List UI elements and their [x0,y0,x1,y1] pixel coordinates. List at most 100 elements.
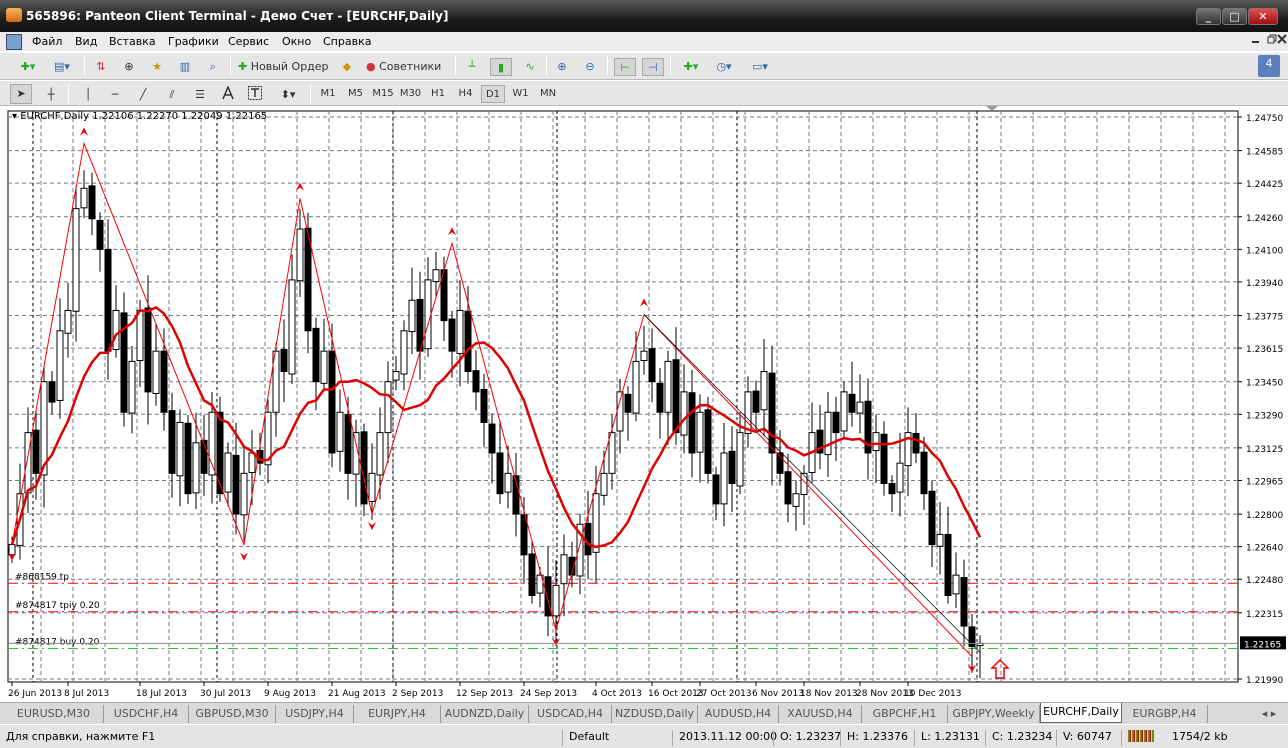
navigator-icon[interactable]: ★ [148,58,166,76]
templates-icon[interactable]: ▭▾ [746,58,774,76]
candle-body [424,279,432,350]
indicators-icon[interactable]: ✚▾ [678,58,704,76]
timeframe-m15[interactable]: M15 [371,85,395,103]
candle-body [376,432,384,476]
date-label: 4 Oct 2013 [592,689,642,699]
candle-body [216,411,224,495]
zoom-out-icon[interactable]: ⊖ [581,58,599,76]
candle-body [688,392,696,454]
chart-window[interactable]: 1.24750 1.24585 1.24425 1.24260 1.24100 1.239… [0,106,1288,702]
menu-charts[interactable]: Графики [168,35,219,48]
candlestick-chart-icon[interactable]: ▮ [490,58,512,76]
child-close-icon[interactable] [1276,34,1288,50]
candle-body [936,533,944,547]
price-label: 1.24750 [1246,114,1283,124]
equidistant-channel-icon[interactable]: ⫽ [162,86,182,104]
chart-tab[interactable]: AUDUSD,H4 [698,705,779,723]
horizontal-line-icon[interactable]: ─ [106,86,124,104]
timeframe-w1[interactable]: W1 [509,85,533,103]
trendline-icon[interactable]: ╱ [134,86,152,104]
new-chart-icon[interactable]: ✚▾ [14,58,42,76]
text-label-icon[interactable] [246,86,264,104]
candle-body [952,574,960,595]
zoom-in-icon[interactable]: ⊕ [553,58,571,76]
profiles-icon[interactable]: ▤▾ [48,58,76,76]
candle-body [632,360,640,414]
date-label: 30 Jul 2013 [200,689,251,699]
chart-tab[interactable]: USDJPY,H4 [276,705,354,723]
chart-tab[interactable]: USDCHF,H4 [104,705,189,723]
close-button[interactable]: ✕ [1248,8,1278,25]
timeframe-h1[interactable]: H1 [426,85,450,103]
chart-tab[interactable]: NZDUSD,Daily [612,705,698,723]
chart-tab[interactable]: EURJPY,H4 [354,705,441,723]
timeframe-m5[interactable]: M5 [344,85,368,103]
chart-tab[interactable]: AUDNZD,Daily [441,705,529,723]
cursor-icon[interactable]: ➤ [10,84,32,104]
new-order-button[interactable]: ✚ Новый Ордер [238,58,333,76]
drawing-toolbar: ➤ ┼ │ ─ ╱ ⫽ ☰ ⬍▾ M1 M5 M15 M30 H1 H4 D1 W1 MN [0,80,1288,106]
timeframe-d1[interactable]: D1 [481,85,505,103]
chart-tab[interactable]: EURGBP,H4 [1122,705,1208,723]
chart-tab[interactable]: GBPCHF,H1 [862,705,948,723]
chart-shift-icon[interactable]: ⊣ [642,58,664,76]
timeframe-m1[interactable]: M1 [316,85,340,103]
bar-chart-icon[interactable]: ┴ [462,58,482,76]
vertical-line-icon[interactable]: │ [80,86,96,104]
timeframe-h4[interactable]: H4 [454,85,478,103]
candle-body [520,514,528,556]
date-label: 9 Aug 2013 [264,689,316,699]
menu-file[interactable]: Файл [32,35,62,48]
line-chart-icon[interactable]: ∿ [520,58,540,76]
minimize-button[interactable]: _ [1196,8,1221,25]
menu-insert[interactable]: Вставка [109,35,156,48]
price-chart[interactable]: 1.24750 1.24585 1.24425 1.24260 1.24100 1.239… [0,106,1288,702]
price-label: 1.23125 [1246,445,1283,455]
toolbar-separator [607,56,608,76]
child-minimize-icon[interactable] [1248,34,1264,50]
status-low: L: 1.23131 [914,730,980,746]
candle-body [472,370,480,393]
crosshair-tool-icon[interactable]: ┼ [42,86,60,104]
toolbar-separator [310,84,311,104]
autoscroll-icon[interactable]: ⊢ [614,58,636,76]
date-label: 21 Aug 2013 [328,689,386,699]
price-label: 1.21990 [1246,676,1283,686]
terminal-icon[interactable]: ▥ [176,58,194,76]
tester-magnifier-icon[interactable]: ⌕ [204,58,222,76]
fibonacci-icon[interactable]: ☰ [190,86,210,104]
crosshair-icon[interactable]: ⊕ [120,58,138,76]
chart-menu-icon[interactable]: ▾ [12,111,17,122]
candle-body [608,432,616,474]
notifications-badge[interactable]: 4 [1258,55,1280,77]
arrows-icon[interactable]: ⬍▾ [274,86,302,104]
menu-window[interactable]: Окно [282,35,311,48]
menu-view[interactable]: Вид [75,35,97,48]
candle-body [624,393,632,413]
status-help: Для справки, нажмите F1 [6,730,156,743]
alert-icon[interactable]: ◆ [338,58,356,76]
chart-tab[interactable]: USDCAD,H4 [529,705,612,723]
new-order-icon: ✚ [238,60,248,73]
chart-tab[interactable]: EURCHF,Daily [1040,703,1122,723]
chart-tab[interactable]: EURUSD,M30 [4,705,104,723]
chart-tab[interactable]: GBPUSD,M30 [189,705,276,723]
periods-icon[interactable]: ◷▾ [710,58,738,76]
candle-body [184,422,192,495]
timeframe-mn[interactable]: MN [536,85,560,103]
candle-body [112,309,120,351]
price-label: 1.22965 [1246,477,1283,487]
price-label: 1.24425 [1246,180,1283,190]
text-tool-icon[interactable] [220,85,236,104]
menu-tools[interactable]: Сервис [228,35,269,48]
chart-tab[interactable]: XAUUSD,H4 [779,705,862,723]
market-watch-icon[interactable]: ⇅ [92,58,110,76]
tab-scroll-arrows-icon[interactable]: ◂ ▸ [1252,705,1286,723]
maximize-button[interactable]: □ [1222,8,1247,25]
date-label: 26 Jun 2013 [8,689,62,699]
chart-tab[interactable]: GBPJPY,Weekly [948,705,1040,723]
timeframe-m30[interactable]: M30 [399,85,423,103]
date-label: 18 Jul 2013 [136,689,187,699]
experts-button[interactable]: ● Советники [366,58,448,76]
menu-help[interactable]: Справка [323,35,371,48]
